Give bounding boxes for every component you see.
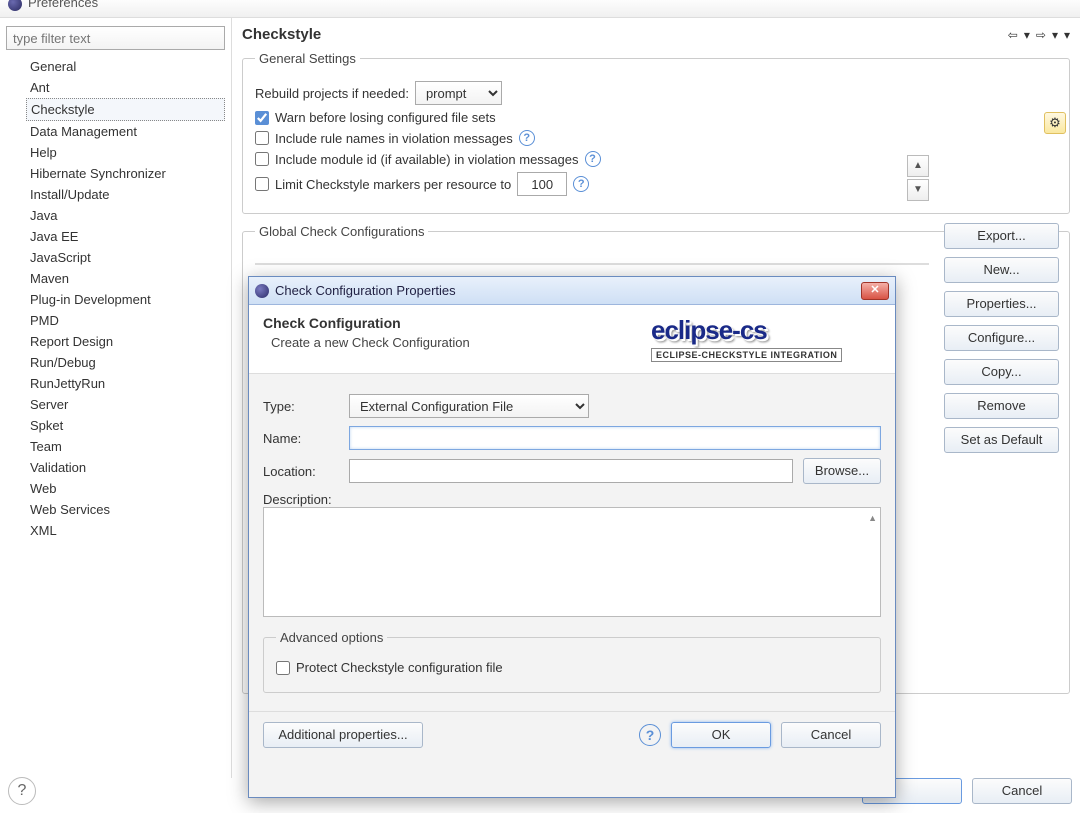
- rule-names-label: Include rule names in violation messages: [275, 131, 513, 146]
- logo-text: eclipse-cs: [651, 315, 881, 346]
- limit-label: Limit Checkstyle markers per resource to: [275, 177, 511, 192]
- rebuild-label: Rebuild projects if needed:: [255, 86, 409, 101]
- config-table[interactable]: [255, 263, 929, 265]
- new-button[interactable]: New...: [944, 257, 1059, 283]
- sidebar-item-report-design[interactable]: Report Design: [26, 331, 225, 352]
- name-input[interactable]: [349, 426, 881, 450]
- properties-button[interactable]: Properties...: [944, 291, 1059, 317]
- help-icon[interactable]: ?: [8, 777, 36, 805]
- sidebar-item-java[interactable]: Java: [26, 205, 225, 226]
- cancel-button[interactable]: Cancel: [781, 722, 881, 748]
- protect-label: Protect Checkstyle configuration file: [296, 660, 503, 675]
- dropdown-icon[interactable]: ▾: [1024, 28, 1030, 42]
- help-icon[interactable]: ?: [585, 151, 601, 167]
- sidebar-item-hibernate-synchronizer[interactable]: Hibernate Synchronizer: [26, 163, 225, 184]
- cancel-button[interactable]: Cancel: [972, 778, 1072, 804]
- general-settings-legend: General Settings: [255, 51, 360, 66]
- dialog-title: Check Configuration Properties: [275, 283, 456, 298]
- sidebar-item-web-services[interactable]: Web Services: [26, 499, 225, 520]
- module-id-checkbox[interactable]: [255, 152, 269, 166]
- help-icon[interactable]: ?: [639, 724, 661, 746]
- type-select[interactable]: External Configuration File: [349, 394, 589, 418]
- limit-checkbox[interactable]: [255, 177, 269, 191]
- move-down-icon[interactable]: ▼: [907, 179, 929, 201]
- sidebar-item-data-management[interactable]: Data Management: [26, 121, 225, 142]
- sidebar-item-javascript[interactable]: JavaScript: [26, 247, 225, 268]
- global-configs-legend: Global Check Configurations: [255, 224, 428, 239]
- sidebar-item-general[interactable]: General: [26, 56, 225, 77]
- remove-button[interactable]: Remove: [944, 393, 1059, 419]
- location-label: Location:: [263, 464, 339, 479]
- rule-names-checkbox[interactable]: [255, 131, 269, 145]
- description-textarea[interactable]: [263, 507, 881, 617]
- sidebar-item-ant[interactable]: Ant: [26, 77, 225, 98]
- dialog-footer: Additional properties... ? OK Cancel: [249, 711, 895, 758]
- preferences-sidebar: GeneralAntCheckstyleData ManagementHelpH…: [0, 18, 232, 778]
- type-label: Type:: [263, 399, 339, 414]
- sidebar-item-run-debug[interactable]: Run/Debug: [26, 352, 225, 373]
- rebuild-select[interactable]: prompt: [415, 81, 502, 105]
- sidebar-item-team[interactable]: Team: [26, 436, 225, 457]
- module-id-label: Include module id (if available) in viol…: [275, 152, 579, 167]
- eclipse-icon: [8, 0, 22, 11]
- sidebar-item-pmd[interactable]: PMD: [26, 310, 225, 331]
- protect-checkbox[interactable]: [276, 661, 290, 675]
- dialog-heading: Check Configuration: [263, 315, 470, 331]
- eclipse-cs-logo: eclipse-cs ECLIPSE-CHECKSTYLE INTEGRATIO…: [651, 315, 881, 363]
- dialog-banner: Check Configuration Create a new Check C…: [249, 305, 895, 374]
- page-title: Checkstyle: [242, 26, 321, 43]
- filter-input[interactable]: [6, 26, 225, 50]
- general-settings-group: General Settings Rebuild projects if nee…: [242, 51, 1070, 214]
- limit-value-input[interactable]: [517, 172, 567, 196]
- advanced-options-group: Advanced options Protect Checkstyle conf…: [263, 630, 881, 693]
- dropdown-icon[interactable]: ▾: [1052, 28, 1058, 42]
- copy-button[interactable]: Copy...: [944, 359, 1059, 385]
- sidebar-item-xml[interactable]: XML: [26, 520, 225, 541]
- sidebar-item-help[interactable]: Help: [26, 142, 225, 163]
- name-label: Name:: [263, 431, 339, 446]
- window-titlebar: Preferences: [0, 0, 1080, 18]
- logo-subtext: ECLIPSE-CHECKSTYLE INTEGRATION: [651, 348, 842, 362]
- sidebar-item-plug-in-development[interactable]: Plug-in Development: [26, 289, 225, 310]
- sidebar-item-spket[interactable]: Spket: [26, 415, 225, 436]
- help-icon[interactable]: ?: [573, 176, 589, 192]
- back-icon[interactable]: ⇦: [1008, 28, 1018, 42]
- sidebar-item-web[interactable]: Web: [26, 478, 225, 499]
- dialog-titlebar[interactable]: Check Configuration Properties ✕: [249, 277, 895, 305]
- eclipse-icon: [255, 284, 269, 298]
- export-button[interactable]: Export...: [944, 223, 1059, 249]
- move-up-icon[interactable]: ▲: [907, 155, 929, 177]
- sidebar-item-validation[interactable]: Validation: [26, 457, 225, 478]
- location-input[interactable]: [349, 459, 793, 483]
- additional-properties-button[interactable]: Additional properties...: [263, 722, 423, 748]
- forward-icon[interactable]: ⇨: [1036, 28, 1046, 42]
- advanced-options-legend: Advanced options: [276, 630, 387, 645]
- menu-icon[interactable]: ▾: [1064, 28, 1070, 42]
- warn-checkbox[interactable]: [255, 111, 269, 125]
- sidebar-item-runjettyrun[interactable]: RunJettyRun: [26, 373, 225, 394]
- ok-button[interactable]: OK: [671, 722, 771, 748]
- warn-label: Warn before losing configured file sets: [275, 110, 496, 125]
- close-icon[interactable]: ✕: [861, 282, 889, 300]
- set-default-button[interactable]: Set as Default: [944, 427, 1059, 453]
- sidebar-item-install-update[interactable]: Install/Update: [26, 184, 225, 205]
- check-config-dialog: Check Configuration Properties ✕ Check C…: [248, 276, 896, 798]
- sidebar-item-maven[interactable]: Maven: [26, 268, 225, 289]
- dialog-subheading: Create a new Check Configuration: [263, 335, 470, 350]
- preferences-tree[interactable]: GeneralAntCheckstyleData ManagementHelpH…: [6, 56, 225, 541]
- window-title: Preferences: [28, 0, 98, 10]
- configure-button[interactable]: Configure...: [944, 325, 1059, 351]
- page-nav-icons[interactable]: ⇦ ▾ ⇨ ▾ ▾: [1008, 28, 1070, 42]
- browse-button[interactable]: Browse...: [803, 458, 881, 484]
- sidebar-item-checkstyle[interactable]: Checkstyle: [26, 98, 225, 121]
- sidebar-item-server[interactable]: Server: [26, 394, 225, 415]
- sidebar-item-java-ee[interactable]: Java EE: [26, 226, 225, 247]
- help-icon[interactable]: ?: [519, 130, 535, 146]
- description-label: Description:: [263, 492, 881, 507]
